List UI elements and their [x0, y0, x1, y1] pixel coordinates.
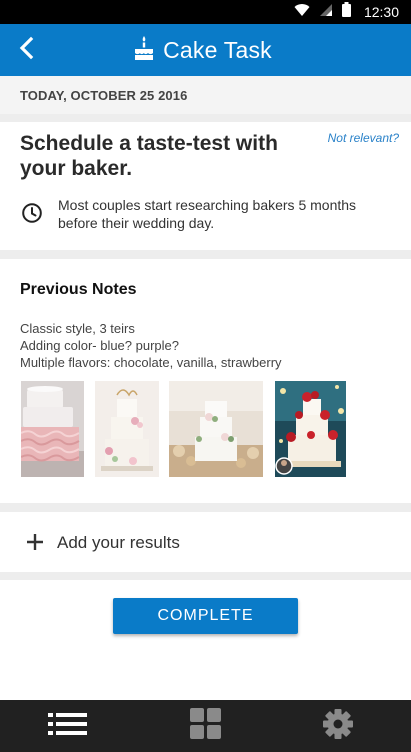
- status-time: 12:30: [363, 4, 399, 20]
- wifi-icon: [294, 3, 310, 22]
- section-divider: [0, 250, 411, 259]
- clock-icon: [21, 202, 43, 229]
- cake-photo-thumbnail[interactable]: [275, 381, 346, 477]
- task-card: Schedule a taste-test with your baker. N…: [0, 122, 411, 250]
- note-line: Adding color- blue? purple?: [20, 338, 179, 353]
- list-icon: [48, 712, 88, 741]
- cake-photo-thumbnail[interactable]: [169, 381, 263, 477]
- previous-notes-card: Previous Notes Classic style, 3 teirs Ad…: [0, 259, 411, 503]
- complete-button[interactable]: COMPLETE: [113, 598, 298, 634]
- nav-tasks-list[interactable]: [23, 700, 113, 752]
- plus-icon: [26, 533, 44, 556]
- add-results-button[interactable]: Add your results: [0, 512, 411, 572]
- task-title: Schedule a taste-test with your baker.: [20, 132, 278, 180]
- date-text: TODAY, OCTOBER 25 2016: [20, 88, 188, 103]
- status-icons: 12:30: [294, 0, 399, 24]
- nav-settings[interactable]: [293, 700, 383, 752]
- title-group: Cake Task: [0, 24, 411, 76]
- task-tip: Most couples start researching bakers 5 …: [58, 197, 357, 231]
- nav-dashboard-grid[interactable]: [161, 700, 251, 752]
- grid-icon: [190, 707, 222, 745]
- section-divider: [0, 572, 411, 580]
- settings-icon: [322, 708, 354, 745]
- signal-icon: [319, 3, 333, 22]
- note-line: Multiple flavors: chocolate, vanilla, st…: [20, 355, 282, 370]
- app-bar: Cake Task: [0, 24, 411, 76]
- note-line: Classic style, 3 teirs: [20, 321, 135, 336]
- cake-photo-thumbnail[interactable]: [21, 381, 84, 477]
- add-results-label: Add your results: [57, 533, 180, 552]
- date-header: TODAY, OCTOBER 25 2016: [0, 76, 411, 114]
- section-divider: [0, 503, 411, 512]
- battery-icon: [341, 2, 351, 22]
- not-relevant-link[interactable]: Not relevant?: [328, 131, 399, 145]
- status-bar: 12:30: [0, 0, 411, 24]
- section-divider: [0, 114, 411, 122]
- cake-photo-thumbnail[interactable]: [95, 381, 159, 477]
- app-title: Cake Task: [163, 36, 272, 63]
- notes-heading: Previous Notes: [20, 281, 137, 298]
- notes-lines: Classic style, 3 teirs Adding color- blu…: [20, 320, 282, 371]
- bottom-navigation: [0, 700, 411, 752]
- cake-icon: [133, 35, 155, 66]
